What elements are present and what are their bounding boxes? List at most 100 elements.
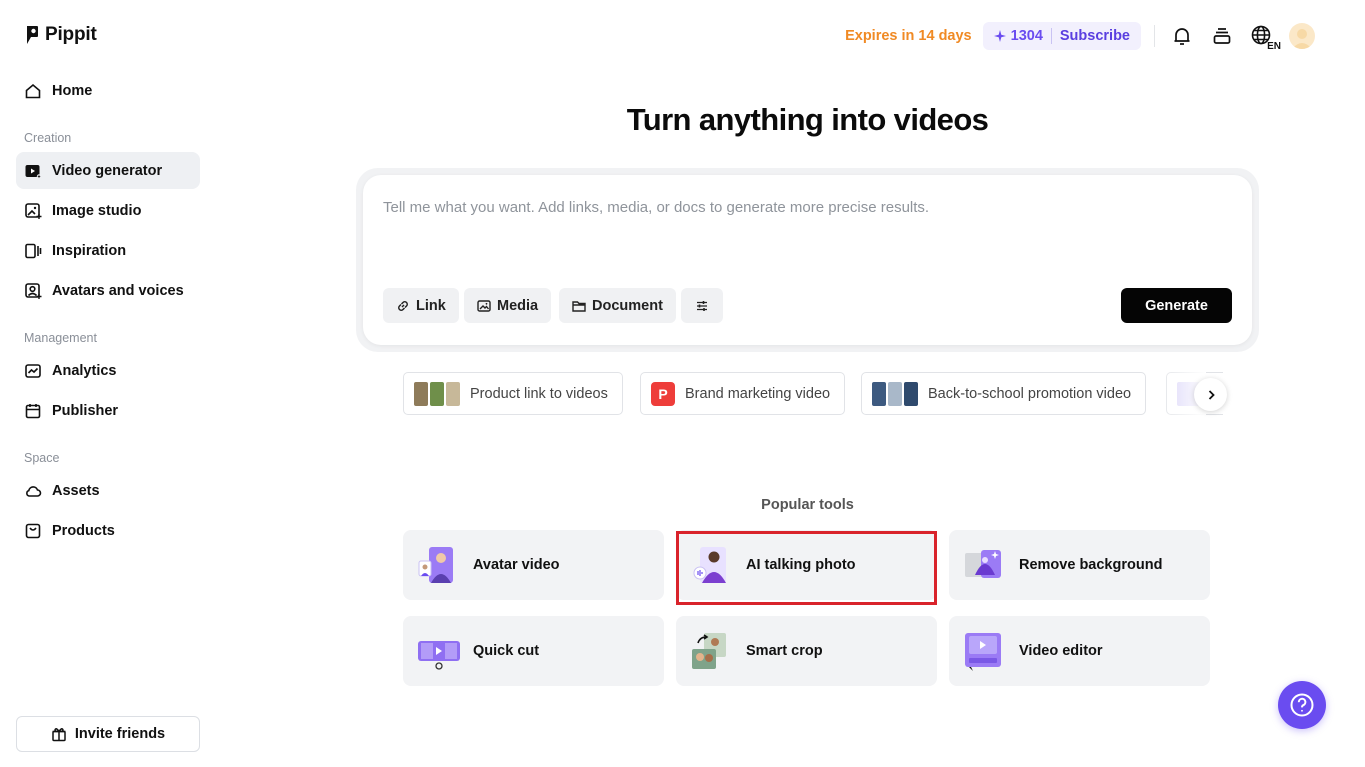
- sparkle-icon: [993, 30, 1006, 42]
- chip-label: Document: [592, 297, 663, 314]
- sidebar-item-label: Assets: [52, 483, 100, 499]
- cloud-icon: [24, 482, 42, 500]
- tool-smart-crop[interactable]: Smart crop: [676, 616, 937, 686]
- quick-cut-icon: [417, 631, 460, 671]
- suggestion-label: Back-to-school promotion video: [928, 385, 1132, 402]
- suggestion-label: Brand marketing video: [685, 385, 831, 402]
- folder-icon: [572, 300, 586, 312]
- prompt-input[interactable]: [383, 199, 1223, 216]
- sidebar-item-avatars-voices[interactable]: Avatars and voices: [16, 273, 200, 309]
- tool-quick-cut[interactable]: Quick cut: [403, 616, 664, 686]
- smart-crop-icon: [690, 631, 730, 671]
- image-studio-icon: [24, 202, 42, 220]
- sidebar-item-products[interactable]: Products: [16, 513, 200, 549]
- app-name: Pippit: [45, 24, 97, 45]
- sidebar-item-label: Products: [52, 523, 115, 539]
- sidebar-item-home[interactable]: Home: [16, 73, 200, 109]
- chevron-right-icon: [1208, 389, 1215, 400]
- prompt-panel: Link Media Document Generate: [356, 168, 1259, 352]
- notifications-button[interactable]: [1169, 23, 1195, 49]
- suggestion-label: Product link to videos: [470, 385, 608, 402]
- sidebar-item-analytics[interactable]: Analytics: [16, 353, 200, 389]
- sidebar: Pippit Home Creation Video generator Ima…: [0, 0, 216, 767]
- calendar-icon: [24, 402, 42, 420]
- sidebar-item-label: Analytics: [52, 363, 117, 379]
- sidebar-item-label: Inspiration: [52, 243, 127, 259]
- tool-label: Smart crop: [746, 643, 823, 659]
- chip-label: Media: [497, 297, 539, 314]
- sidebar-item-assets[interactable]: Assets: [16, 473, 200, 509]
- bell-icon: [1174, 28, 1190, 45]
- inspiration-icon: [24, 242, 42, 260]
- logo[interactable]: Pippit: [25, 24, 97, 46]
- suggestion-chip[interactable]: P Brand marketing video: [640, 372, 846, 415]
- suggestion-row: Product link to videos P Brand marketing…: [403, 372, 1223, 416]
- credits-value: 1304: [1010, 28, 1043, 44]
- question-icon: [1290, 693, 1314, 717]
- suggestion-thumbnail: [414, 381, 460, 406]
- brand-badge-icon: P: [651, 381, 675, 406]
- suggestion-thumbnail: [872, 381, 918, 406]
- video-editor-icon: [963, 631, 1003, 671]
- trial-expiry-text: Expires in 14 days: [845, 28, 972, 44]
- tool-label: Video editor: [1019, 643, 1103, 659]
- gift-icon: [52, 728, 66, 742]
- invite-friends-button[interactable]: Invite friends: [16, 716, 200, 752]
- tool-avatar-video[interactable]: Avatar video: [403, 530, 664, 600]
- sidebar-item-label: Home: [52, 83, 93, 99]
- link-icon: [398, 300, 408, 311]
- language-button[interactable]: EN: [1249, 23, 1281, 52]
- home-icon: [24, 82, 42, 100]
- invite-friends-label: Invite friends: [74, 726, 166, 742]
- tool-label: Quick cut: [473, 643, 540, 659]
- add-document-button[interactable]: Document: [559, 288, 676, 323]
- tool-label: Remove background: [1019, 557, 1163, 573]
- sidebar-item-image-studio[interactable]: Image studio: [16, 193, 200, 229]
- sidebar-item-label: Image studio: [52, 203, 142, 219]
- suggestion-chip[interactable]: Product link to videos: [403, 372, 623, 415]
- image-icon: [477, 299, 491, 312]
- subscribe-button[interactable]: Subscribe: [1060, 28, 1130, 44]
- add-link-button[interactable]: Link: [383, 288, 459, 323]
- user-avatar-icon: [1292, 29, 1312, 49]
- tool-label: AI talking photo: [746, 557, 856, 573]
- sidebar-item-label: Publisher: [52, 403, 119, 419]
- suggestions-next-button[interactable]: [1194, 378, 1227, 411]
- prompt-box: Link Media Document Generate: [363, 175, 1252, 345]
- credits-pill[interactable]: 1304 Subscribe: [982, 22, 1141, 50]
- analytics-icon: [24, 362, 42, 380]
- section-label-creation: Creation: [24, 131, 72, 145]
- add-media-button[interactable]: Media: [464, 288, 552, 323]
- help-button[interactable]: [1278, 681, 1326, 729]
- talking-photo-icon: [690, 545, 730, 585]
- tool-remove-background[interactable]: Remove background: [949, 530, 1210, 600]
- tool-ai-talking-photo[interactable]: AI talking photo: [676, 530, 937, 600]
- sliders-icon: [697, 300, 707, 311]
- pippit-logo-icon: [27, 26, 38, 44]
- settings-button[interactable]: [681, 288, 723, 323]
- stack-button[interactable]: [1209, 23, 1235, 49]
- credits-count: 1304: [993, 28, 1043, 44]
- generate-button[interactable]: Generate: [1121, 288, 1232, 323]
- language-code: EN: [1267, 41, 1281, 52]
- section-label-management: Management: [24, 331, 97, 345]
- top-bar: Expires in 14 days 1304 Subscribe EN: [845, 20, 1315, 52]
- chip-label: Link: [416, 297, 446, 314]
- tool-label: Avatar video: [473, 557, 560, 573]
- avatar-video-icon: [417, 545, 457, 585]
- page-title: Turn anything into videos: [626, 102, 989, 137]
- video-generator-icon: [24, 162, 42, 180]
- sidebar-item-inspiration[interactable]: Inspiration: [16, 233, 200, 269]
- avatar-voice-icon: [24, 282, 42, 300]
- stack-icon: [1213, 28, 1231, 44]
- remove-background-icon: [963, 545, 1003, 585]
- suggestion-chip[interactable]: Back-to-school promotion video: [861, 372, 1147, 415]
- tool-video-editor[interactable]: Video editor: [949, 616, 1210, 686]
- sidebar-item-publisher[interactable]: Publisher: [16, 393, 200, 429]
- avatar[interactable]: [1289, 23, 1315, 49]
- shopping-bag-icon: [24, 522, 42, 540]
- popular-tools-heading: Popular tools: [761, 497, 854, 513]
- sidebar-item-label: Avatars and voices: [52, 283, 184, 299]
- divider: [1154, 25, 1155, 47]
- sidebar-item-video-generator[interactable]: Video generator: [16, 152, 200, 189]
